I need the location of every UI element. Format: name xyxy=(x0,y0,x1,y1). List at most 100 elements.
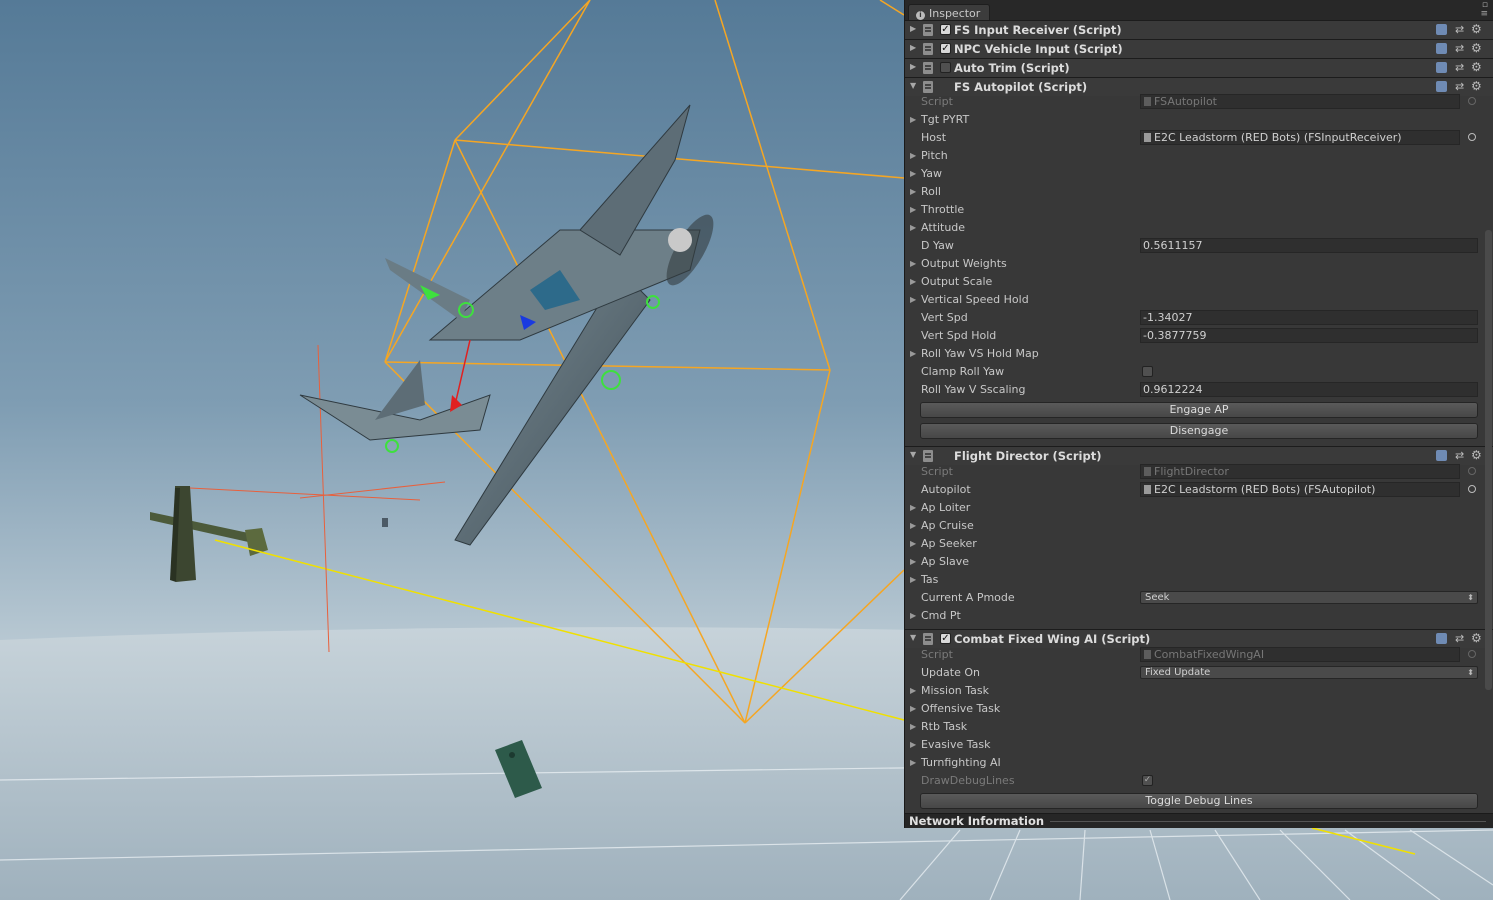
fold-arrow-down-icon[interactable]: ▼ xyxy=(910,450,916,459)
tab-inspector[interactable]: i Inspector xyxy=(908,4,990,21)
foldout-evasive-task[interactable]: ▶ Evasive Task xyxy=(905,736,1493,754)
enabled-checkbox[interactable]: ✓ xyxy=(940,633,951,644)
component-title: FS Input Receiver (Script) xyxy=(954,23,1122,37)
host-object-field[interactable]: E2C Leadstorm (RED Bots) (FSInputReceive… xyxy=(1140,130,1460,145)
enabled-checkbox[interactable]: ✓ xyxy=(940,43,951,54)
gear-icon[interactable]: ⚙ xyxy=(1471,631,1482,645)
preset-icon[interactable]: ⇄ xyxy=(1455,449,1464,462)
gear-icon[interactable]: ⚙ xyxy=(1471,22,1482,36)
foldout-rtb-task[interactable]: ▶ Rtb Task xyxy=(905,718,1493,736)
gear-icon[interactable]: ⚙ xyxy=(1471,41,1482,55)
foldout-arrow-icon[interactable]: ▶ xyxy=(910,722,916,731)
inspector-scrollbar[interactable] xyxy=(1485,230,1492,690)
book-icon[interactable] xyxy=(1436,62,1447,73)
disengage-button[interactable]: Disengage xyxy=(920,423,1478,439)
foldout-vertical-speed-hold[interactable]: ▶ Vertical Speed Hold xyxy=(905,291,1493,309)
book-icon[interactable] xyxy=(1436,43,1447,54)
object-picker-icon[interactable] xyxy=(1468,133,1476,141)
d-yaw-input[interactable]: 0.5611157 xyxy=(1140,238,1478,253)
fold-arrow-down-icon[interactable]: ▼ xyxy=(910,633,916,642)
fold-arrow-icon[interactable]: ▶ xyxy=(910,24,916,33)
foldout-ap-seeker[interactable]: ▶ Ap Seeker xyxy=(905,535,1493,553)
field-label: Rtb Task xyxy=(921,720,968,733)
component-npc-vehicle-input[interactable]: ▶ ✓ NPC Vehicle Input (Script) ⇄ ⚙ xyxy=(905,39,1493,58)
foldout-arrow-icon[interactable]: ▶ xyxy=(910,686,916,695)
foldout-arrow-icon[interactable]: ▶ xyxy=(910,758,916,767)
book-icon[interactable] xyxy=(1436,81,1447,92)
update-on-dropdown[interactable]: Fixed Update xyxy=(1140,666,1478,679)
foldout-arrow-icon[interactable]: ▶ xyxy=(910,704,916,713)
enabled-checkbox[interactable]: ✓ xyxy=(940,24,951,35)
foldout-throttle[interactable]: ▶ Throttle xyxy=(905,201,1493,219)
foldout-mission-task[interactable]: ▶ Mission Task xyxy=(905,682,1493,700)
preset-icon[interactable]: ⇄ xyxy=(1455,42,1464,55)
foldout-arrow-icon[interactable]: ▶ xyxy=(910,259,916,268)
foldout-arrow-icon[interactable]: ▶ xyxy=(910,169,916,178)
foldout-pitch[interactable]: ▶ Pitch xyxy=(905,147,1493,165)
foldout-arrow-icon[interactable]: ▶ xyxy=(910,223,916,232)
foldout-arrow-icon[interactable]: ▶ xyxy=(910,503,916,512)
foldout-arrow-icon[interactable]: ▶ xyxy=(910,205,916,214)
foldout-arrow-icon[interactable]: ▶ xyxy=(910,539,916,548)
foldout-turnfighting-ai[interactable]: ▶ Turnfighting AI xyxy=(905,754,1493,772)
preset-icon[interactable]: ⇄ xyxy=(1455,80,1464,93)
foldout-ap-loiter[interactable]: ▶ Ap Loiter xyxy=(905,499,1493,517)
book-icon[interactable] xyxy=(1436,633,1447,644)
gear-icon[interactable]: ⚙ xyxy=(1471,60,1482,74)
foldout-ap-slave[interactable]: ▶ Ap Slave xyxy=(905,553,1493,571)
fold-arrow-icon[interactable]: ▶ xyxy=(910,62,916,71)
preset-icon[interactable]: ⇄ xyxy=(1455,61,1464,74)
foldout-attitude[interactable]: ▶ Attitude xyxy=(905,219,1493,237)
fold-arrow-down-icon[interactable]: ▼ xyxy=(910,81,916,90)
component-fs-input-receiver[interactable]: ▶ ✓ FS Input Receiver (Script) ⇄ ⚙ xyxy=(905,20,1493,39)
foldout-roll[interactable]: ▶ Roll xyxy=(905,183,1493,201)
engage-ap-button[interactable]: Engage AP xyxy=(920,402,1478,418)
vert-spd-hold-input[interactable]: -0.3877759 xyxy=(1140,328,1478,343)
clamp-roll-yaw-checkbox[interactable] xyxy=(1142,366,1153,377)
script-icon xyxy=(923,81,933,93)
current-apmode-dropdown[interactable]: Seek xyxy=(1140,591,1478,604)
foldout-arrow-icon[interactable]: ▶ xyxy=(910,611,916,620)
foldout-output-weights[interactable]: ▶ Output Weights xyxy=(905,255,1493,273)
vert-spd-input[interactable]: -1.34027 xyxy=(1140,310,1478,325)
foldout-arrow-icon[interactable]: ▶ xyxy=(910,151,916,160)
field-label: Ap Slave xyxy=(921,555,970,568)
foldout-tas[interactable]: ▶ Tas xyxy=(905,571,1493,589)
gear-icon[interactable]: ⚙ xyxy=(1471,79,1482,93)
enabled-checkbox[interactable] xyxy=(940,62,951,73)
foldout-arrow-icon[interactable]: ▶ xyxy=(910,740,916,749)
autopilot-object-field[interactable]: E2C Leadstorm (RED Bots) (FSAutopilot) xyxy=(1140,482,1460,497)
book-icon[interactable] xyxy=(1436,24,1447,35)
foldout-arrow-icon[interactable]: ▶ xyxy=(910,187,916,196)
foldout-arrow-icon[interactable]: ▶ xyxy=(910,521,916,530)
draw-debug-lines-checkbox[interactable]: ✓ xyxy=(1142,775,1153,786)
object-picker-icon[interactable] xyxy=(1468,485,1476,493)
foldout-arrow-icon[interactable]: ▶ xyxy=(910,295,916,304)
field-label: Output Scale xyxy=(921,275,993,288)
foldout-arrow-icon[interactable]: ▶ xyxy=(910,349,916,358)
inspector-panel: i Inspector ▫ ≡ ▶ ✓ FS Input Receiver (Scr… xyxy=(904,0,1493,828)
toggle-debug-lines-button[interactable]: Toggle Debug Lines xyxy=(920,793,1478,809)
foldout-yaw[interactable]: ▶ Yaw xyxy=(905,165,1493,183)
foldout-offensive-task[interactable]: ▶ Offensive Task xyxy=(905,700,1493,718)
preset-icon[interactable]: ⇄ xyxy=(1455,632,1464,645)
foldout-roll-yaw-vs-hold-map[interactable]: ▶ Roll Yaw VS Hold Map xyxy=(905,345,1493,363)
foldout-ap-cruise[interactable]: ▶ Ap Cruise xyxy=(905,517,1493,535)
foldout-tgt-pyrt[interactable]: ▶ Tgt PYRT xyxy=(905,111,1493,129)
gear-icon[interactable]: ⚙ xyxy=(1471,448,1482,462)
foldout-arrow-icon[interactable]: ▶ xyxy=(910,557,916,566)
network-information-bar[interactable]: Network Information xyxy=(905,813,1493,828)
foldout-output-scale[interactable]: ▶ Output Scale xyxy=(905,273,1493,291)
book-icon[interactable] xyxy=(1436,450,1447,461)
field-label: Mission Task xyxy=(921,684,990,697)
foldout-arrow-icon[interactable]: ▶ xyxy=(910,277,916,286)
field-label: Script xyxy=(921,648,953,661)
foldout-arrow-icon[interactable]: ▶ xyxy=(910,115,916,124)
foldout-arrow-icon[interactable]: ▶ xyxy=(910,575,916,584)
fold-arrow-icon[interactable]: ▶ xyxy=(910,43,916,52)
foldout-cmd-pt[interactable]: ▶ Cmd Pt xyxy=(905,607,1493,625)
window-controls[interactable]: ▫ ≡ xyxy=(1480,1,1488,19)
preset-icon[interactable]: ⇄ xyxy=(1455,23,1464,36)
component-auto-trim[interactable]: ▶ Auto Trim (Script) ⇄ ⚙ xyxy=(905,58,1493,77)
roll-yaw-v-scaling-input[interactable]: 0.9612224 xyxy=(1140,382,1478,397)
